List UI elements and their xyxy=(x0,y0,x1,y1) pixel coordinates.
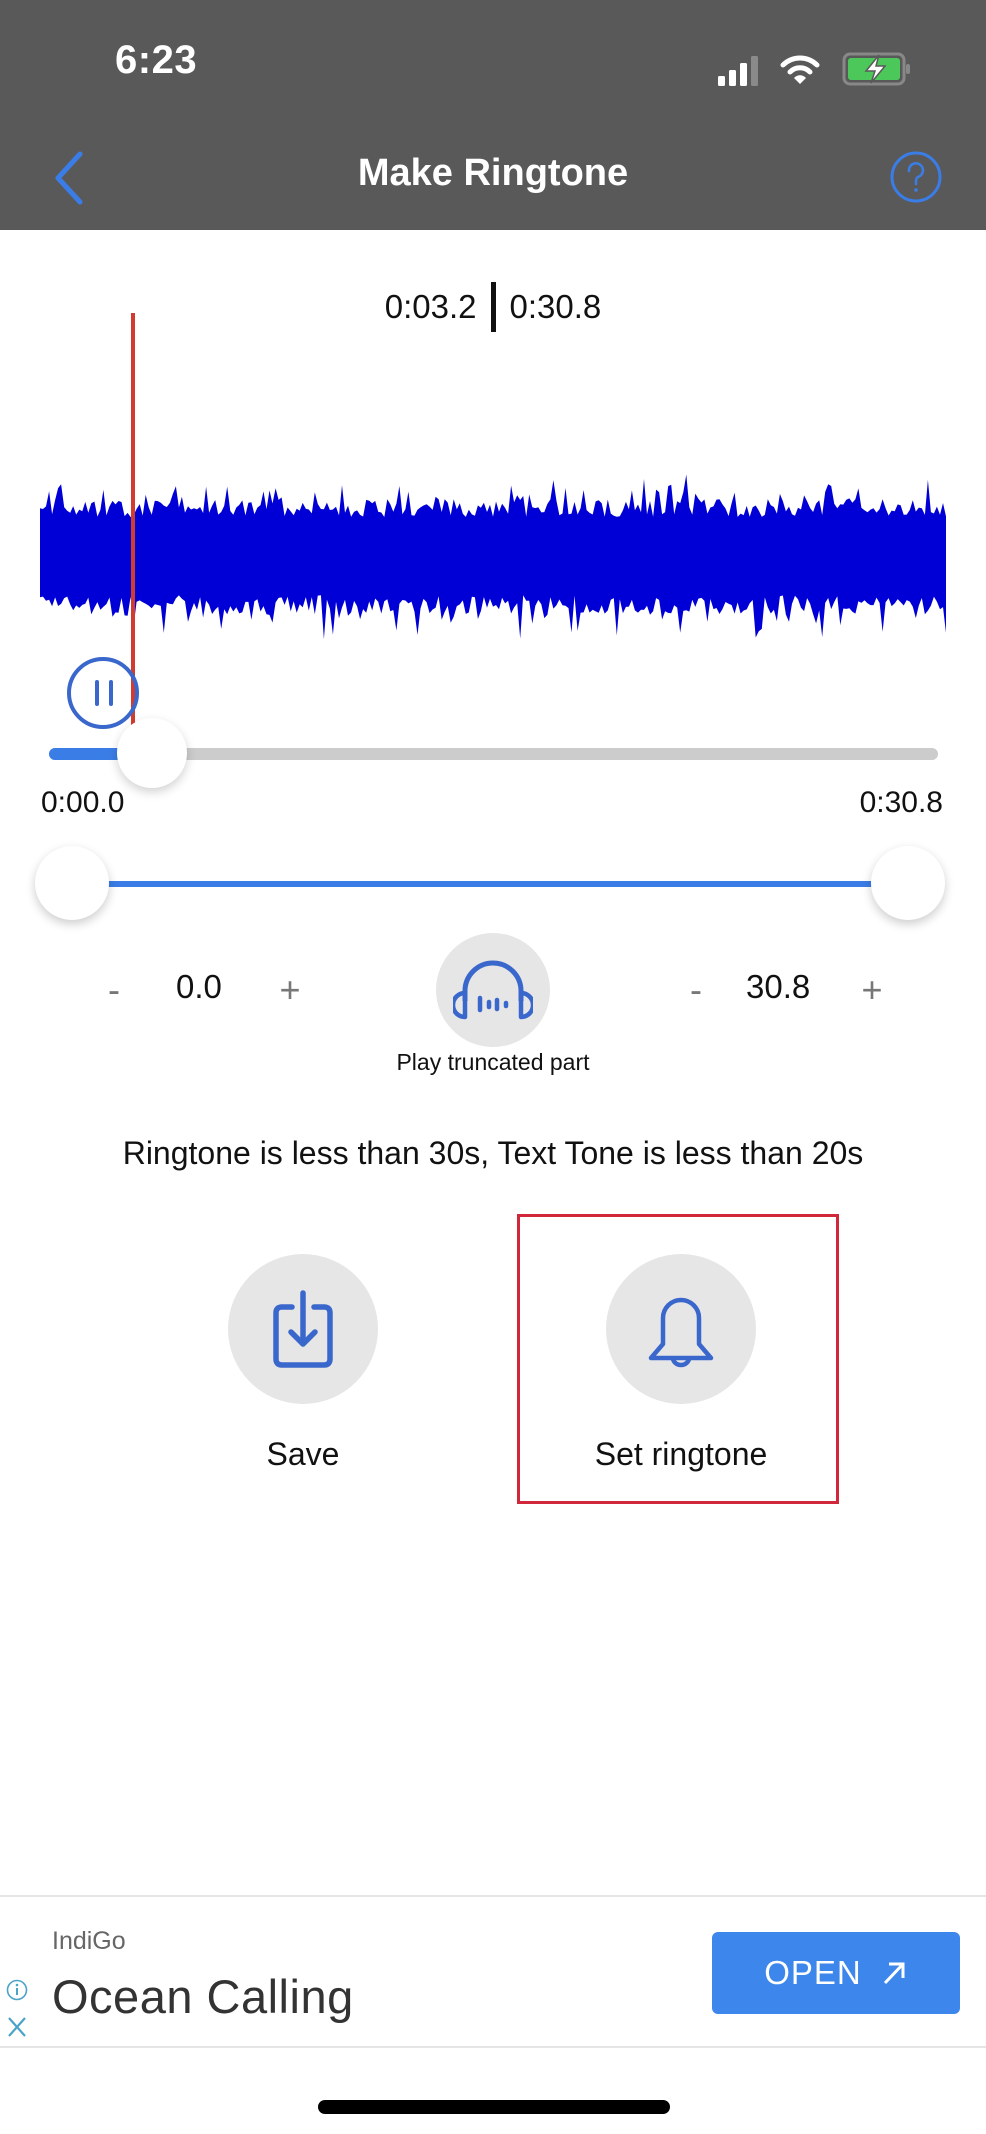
trim-range-slider[interactable] xyxy=(35,846,945,920)
current-time: 0:03.2 xyxy=(384,288,477,325)
trim-end-value: 30.8 xyxy=(746,968,811,1005)
progress-thumb[interactable] xyxy=(116,718,187,788)
ad-brand: IndiGo xyxy=(52,1927,126,1955)
trim-start-value: 0.0 xyxy=(176,968,222,1005)
headphones-icon xyxy=(453,960,533,1020)
arrow-up-right-icon xyxy=(883,1962,905,1985)
trim-end-handle[interactable] xyxy=(871,846,945,920)
waveform-shape xyxy=(40,474,946,640)
bell-icon xyxy=(648,1297,714,1368)
wifi-icon xyxy=(780,54,820,86)
help-button[interactable] xyxy=(889,150,943,204)
page-title: Make Ringtone xyxy=(357,152,629,194)
trim-start-increment-button[interactable]: + xyxy=(270,965,310,1015)
save-label: Save xyxy=(266,1436,340,1472)
time-readout: 0:03.2 0:30.8 xyxy=(0,282,986,332)
play-truncated-label: Play truncated part xyxy=(396,1049,590,1075)
readout-separator xyxy=(490,282,496,332)
total-time: 0:30.8 xyxy=(509,288,602,325)
save-button[interactable]: Save xyxy=(228,1254,378,1472)
set-ringtone-button[interactable]: Set ringtone xyxy=(595,1254,767,1472)
trim-end-decrement-button[interactable]: - xyxy=(676,965,716,1015)
duration-limit-info: Ringtone is less than 30s, Text Tone is … xyxy=(122,1135,864,1171)
audio-waveform[interactable] xyxy=(40,470,946,640)
progress-start-label: 0:00.0 xyxy=(41,786,125,819)
top-bar: 6:23 Make Ringtone xyxy=(0,0,986,230)
status-time: 6:23 xyxy=(115,38,198,82)
ad-open-label: OPEN xyxy=(764,1954,862,1991)
trim-start-decrement-button[interactable]: - xyxy=(94,965,134,1015)
progress-end-label: 0:30.8 xyxy=(859,786,943,819)
play-truncated-button[interactable] xyxy=(436,933,550,1047)
pause-button[interactable] xyxy=(67,657,139,729)
ad-open-button[interactable]: OPEN xyxy=(712,1932,960,2014)
signal-icon xyxy=(718,56,758,86)
ad-close-icon[interactable] xyxy=(6,2015,28,2039)
download-icon xyxy=(273,1290,333,1368)
ad-info-icon[interactable] xyxy=(6,1979,28,2001)
status-icons xyxy=(718,46,912,86)
set-ringtone-label: Set ringtone xyxy=(594,1436,768,1472)
ad-banner[interactable]: IndiGo Ocean Calling OPEN xyxy=(0,1895,986,2048)
home-indicator[interactable] xyxy=(318,2100,670,2114)
playback-progress-slider[interactable] xyxy=(49,718,938,788)
ad-title: Ocean Calling xyxy=(52,1970,354,2023)
battery-charging-icon xyxy=(842,52,912,86)
trim-range-track xyxy=(72,881,908,887)
set-ringtone-button-circle xyxy=(606,1254,756,1404)
save-button-circle xyxy=(228,1254,378,1404)
trim-end-increment-button[interactable]: + xyxy=(852,965,892,1015)
trim-start-handle[interactable] xyxy=(35,846,109,920)
question-circle-icon xyxy=(890,151,942,203)
